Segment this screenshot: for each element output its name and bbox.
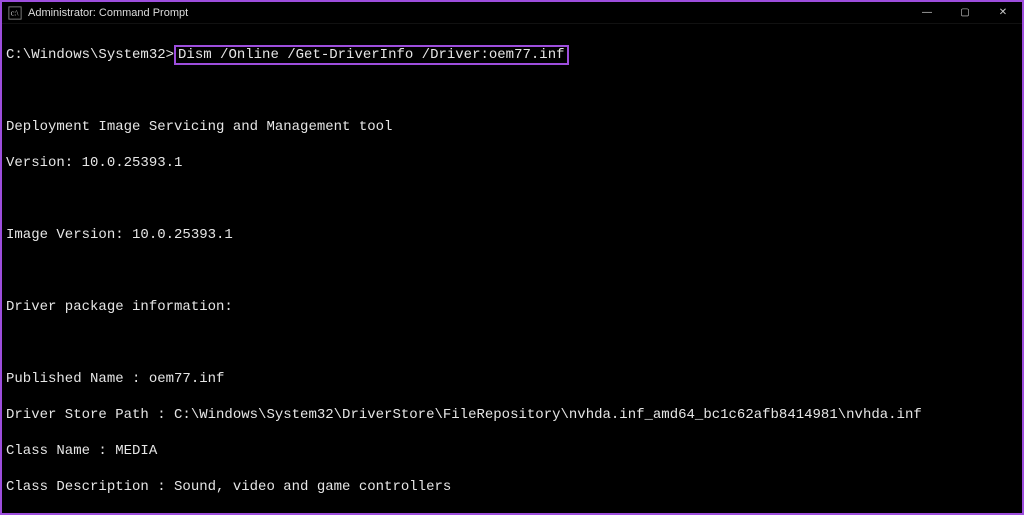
titlebar[interactable]: c:\ Administrator: Command Prompt — ▢ ✕ [2, 2, 1022, 24]
driver-store-path: Driver Store Path : C:\Windows\System32\… [6, 406, 1018, 424]
window-frame: c:\ Administrator: Command Prompt — ▢ ✕ … [0, 0, 1024, 515]
close-button[interactable]: ✕ [984, 2, 1022, 23]
tool-version: Version: 10.0.25393.1 [6, 154, 1018, 172]
prompt-path: C:\Windows\System32> [6, 47, 174, 63]
maximize-button[interactable]: ▢ [946, 2, 984, 23]
class-description: Class Description : Sound, video and gam… [6, 478, 1018, 496]
package-header: Driver package information: [6, 298, 1018, 316]
image-version: Image Version: 10.0.25393.1 [6, 226, 1018, 244]
window-controls: — ▢ ✕ [908, 2, 1022, 23]
published-name: Published Name : oem77.inf [6, 370, 1018, 388]
minimize-button[interactable]: — [908, 2, 946, 23]
class-name: Class Name : MEDIA [6, 442, 1018, 460]
cmd-icon: c:\ [8, 6, 22, 20]
tool-header: Deployment Image Servicing and Managemen… [6, 118, 1018, 136]
typed-command: Dism /Online /Get-DriverInfo /Driver:oem… [174, 45, 568, 65]
terminal-area[interactable]: C:\Windows\System32>Dism /Online /Get-Dr… [2, 24, 1022, 513]
window-title: Administrator: Command Prompt [28, 7, 908, 19]
svg-text:c:\: c:\ [11, 8, 20, 17]
